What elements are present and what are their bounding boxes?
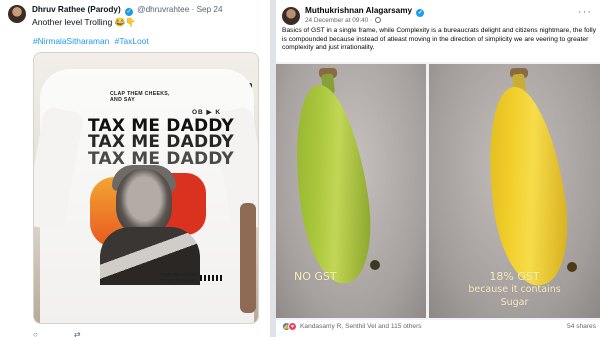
shirt-bottom-line-2: CLASS SEASON 2 — [160, 277, 199, 283]
tweet-text: Another level Trolling 😂👇 — [32, 17, 137, 27]
tweet-header: Dhruv Rathee (Parody) ✓ @dhruvrahtee · S… — [8, 4, 223, 28]
screenshot-root: Dhruv Rathee (Parody) ✓ @dhruvrahtee · S… — [0, 0, 600, 337]
tweet-author-handle[interactable]: @dhruvrahtee — [137, 5, 189, 14]
fb-post-date[interactable]: 24 December at 09:40 · — [305, 17, 426, 25]
no-gst-caption: NO GST — [294, 270, 337, 283]
green-banana — [284, 80, 380, 288]
shirt-print-logos: OB ▶ K — [192, 109, 222, 116]
shirt-barcode — [200, 275, 222, 281]
tweet-date[interactable]: Sep 24 — [197, 5, 223, 14]
hashtag-link[interactable]: #NirmalaSitharaman — [33, 36, 109, 46]
tweet-photo[interactable]: CLAP THEM CHEEKS, AND SAY OB ▶ K TAX ME … — [33, 52, 259, 324]
fb-post-text: Basics of GST in a single frame, while C… — [282, 27, 596, 52]
tweet-author-avatar[interactable] — [8, 5, 26, 23]
fb-post-date-text[interactable]: 24 December at 09:40 · — [305, 17, 372, 24]
reactions-summary[interactable]: 👍 ♥ Kandasamy R, Senthil Vel and 115 oth… — [282, 322, 422, 331]
image-panel-no-gst: NO GST — [276, 64, 426, 318]
shirt-sleeve-left — [34, 106, 85, 232]
retweet-icon[interactable]: ⇄ — [74, 330, 81, 337]
shirt-print-bottom: F*CK THE MIDDLE CLASS SEASON 2 — [160, 272, 199, 283]
verified-badge-icon: ✓ — [416, 9, 425, 17]
love-reaction-icon: ♥ — [288, 322, 297, 331]
reply-icon[interactable]: ○ — [33, 330, 38, 337]
gst-caption-line-2: because it contains — [468, 284, 561, 295]
fb-author-avatar[interactable] — [282, 6, 300, 25]
image-panel-18-gst: 18% GST because it contains Sugar — [429, 64, 600, 318]
globe-icon — [374, 17, 381, 23]
fb-author-name[interactable]: Muthukrishnan Alagarsamy ✓ — [305, 6, 426, 17]
tweet-hashtags: #NirmalaSitharaman #TaxLoot — [33, 36, 152, 46]
tweet-actions: ○ ⇄ — [33, 330, 81, 337]
banana-tip — [370, 260, 380, 270]
shirt-bottom-line-1: F*CK THE MIDDLE — [160, 272, 199, 277]
gst-caption-line-1: 18% GST — [489, 270, 540, 283]
fb-post-footer: 👍 ♥ Kandasamy R, Senthil Vel and 115 oth… — [282, 322, 596, 331]
tweet-meta: Dhruv Rathee (Parody) ✓ @dhruvrahtee · S… — [32, 4, 223, 28]
tshirt-image: CLAP THEM CHEEKS, AND SAY OB ▶ K TAX ME … — [34, 69, 258, 323]
shares-count[interactable]: 54 shares — [567, 323, 596, 330]
yellow-banana — [477, 81, 577, 291]
photo-arm — [240, 203, 256, 313]
shirt-portrait-art — [86, 165, 206, 285]
tweet-card: Dhruv Rathee (Parody) ✓ @dhruvrahtee · S… — [0, 0, 270, 337]
facebook-post: Muthukrishnan Alagarsamy ✓ 24 December a… — [276, 0, 600, 337]
art-face — [116, 169, 172, 235]
verified-badge-icon: ✓ — [125, 8, 133, 16]
tweet-separator: · — [191, 5, 195, 14]
shirt-top-line-2: AND SAY — [110, 97, 135, 103]
more-options-icon[interactable]: ··· — [578, 6, 592, 18]
fb-author-name-text[interactable]: Muthukrishnan Alagarsamy — [305, 6, 412, 15]
gst-caption-line-3: Sugar — [500, 297, 529, 308]
shirt-print-top: CLAP THEM CHEEKS, AND SAY — [110, 91, 170, 103]
fb-post-image[interactable]: NO GST 18% GST because it contains Sugar — [276, 62, 600, 320]
reactions-names[interactable]: Kandasamy R, Senthil Vel and 115 others — [300, 323, 422, 330]
tweet-author-name[interactable]: Dhruv Rathee (Parody) — [32, 5, 121, 14]
fb-post-header: Muthukrishnan Alagarsamy ✓ 24 December a… — [282, 6, 426, 25]
hashtag-link[interactable]: #TaxLoot — [115, 36, 149, 46]
